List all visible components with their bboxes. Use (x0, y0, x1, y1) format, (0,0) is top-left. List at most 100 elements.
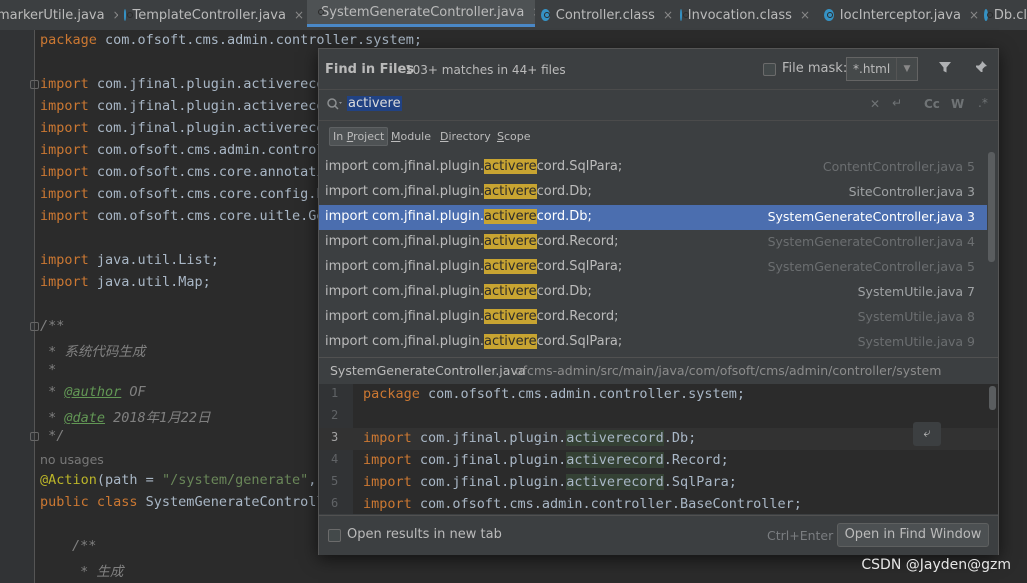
scope-directory[interactable]: Directory (440, 130, 491, 143)
close-icon[interactable]: × (800, 8, 810, 22)
close-icon[interactable]: × (294, 8, 304, 22)
tab-template-controller[interactable]: TemplateController.java × (124, 0, 304, 30)
scope-module[interactable]: Module (391, 130, 431, 143)
match-highlight: activere (484, 259, 537, 274)
whole-words-icon[interactable]: W (951, 97, 964, 111)
preview-line: 1 package com.ofsoft.cms.admin.controlle… (319, 384, 998, 406)
result-row[interactable]: import com.jfinal.plugin.activerecord.Sq… (319, 330, 987, 355)
regex-icon[interactable]: .* (978, 96, 988, 110)
tab-label: TemplateController.java (132, 7, 286, 23)
line-number: 6 (331, 496, 339, 510)
code-text: com.ofsoft.cms.admin.controller.system; (96, 32, 423, 48)
result-row[interactable]: import com.jfinal.plugin.activerecord.Sq… (319, 255, 987, 280)
search-field[interactable]: activere ✕ ↵ Cc W .* (319, 89, 998, 121)
clear-icon[interactable]: ✕ (870, 97, 880, 111)
result-row[interactable]: import com.jfinal.plugin.activerecord.Re… (319, 230, 987, 255)
result-row[interactable]: import com.jfinal.plugin.activerecord.Sq… (319, 155, 987, 180)
tab-label: markerUtile.java (0, 7, 105, 23)
popup-header[interactable]: Find in Files 103+ matches in 44+ files … (319, 49, 998, 89)
code-text: .Db; (663, 430, 697, 446)
result-row-selected[interactable]: import com.jfinal.plugin.activerecord.Db… (319, 205, 987, 230)
result-file: SystemGenerateController.java 4 (767, 234, 975, 249)
keyword: public class (40, 494, 146, 510)
tab-invocation-class[interactable]: Invocation.class × (680, 0, 810, 30)
code-text: com.ofsoft.cms.core.uitle.Ge (96, 208, 325, 224)
new-line-icon[interactable]: ↵ (892, 96, 902, 110)
code-text: com.jfinal.plugin. (411, 474, 567, 490)
code-text: com.jfinal.plugin. (411, 430, 567, 446)
tab-system-generate-controller[interactable]: SystemGenerateController.java × (307, 0, 535, 27)
chevron-down-icon[interactable]: ▼ (896, 58, 917, 80)
open-new-tab-checkbox[interactable] (328, 529, 341, 542)
tab-db-class[interactable]: Db.cl (984, 0, 1027, 30)
code-comment: * (40, 362, 57, 378)
close-icon[interactable]: × (969, 8, 979, 22)
tab-marker-utile[interactable]: markerUtile.java × (0, 0, 118, 30)
code-text: com.jfinal.plugin.activereco (96, 98, 325, 114)
match-highlight: activere (484, 184, 537, 199)
result-row[interactable]: import com.jfinal.plugin.activerecord.Db… (319, 180, 987, 205)
pin-icon[interactable] (974, 60, 988, 78)
code-line: import com.jfinal.plugin.activereco (40, 76, 325, 92)
fold-icon[interactable] (30, 432, 39, 441)
keyword: package (363, 386, 420, 402)
annotation: @Action (40, 472, 97, 488)
filter-icon[interactable] (938, 60, 952, 78)
code-text: com.jfinal.plugin.activereco (96, 76, 325, 92)
tab-ioc-interceptor[interactable]: IocInterceptor.java × (824, 0, 979, 30)
scope-in-project[interactable]: In Project (329, 127, 389, 146)
match-count: 103+ matches in 44+ files (405, 63, 566, 77)
popup-title: Find in Files (325, 62, 415, 77)
result-file: SiteController.java 3 (848, 184, 975, 199)
code-comment: * 生成 (72, 564, 124, 580)
result-row[interactable]: import com.jfinal.plugin.activerecord.Re… (319, 305, 987, 330)
code-comment: * @date 2018年1月22日 (40, 410, 211, 426)
line-number: 3 (331, 430, 339, 444)
result-row[interactable]: import com.jfinal.plugin.activerecord.Db… (319, 280, 987, 305)
code-preview[interactable]: 1 package com.ofsoft.cms.admin.controlle… (319, 384, 998, 514)
editor-tab-bar: markerUtile.java × TemplateController.ja… (0, 0, 1027, 31)
result-file: SystemGenerateController.java 3 (767, 209, 975, 224)
file-mask-checkbox[interactable] (763, 63, 776, 76)
search-icon[interactable] (326, 97, 342, 114)
close-icon[interactable]: × (663, 8, 673, 22)
code-text: java.util.Map; (96, 274, 211, 290)
code-text: com.ofsoft.cms.admin.controller.system; (419, 386, 746, 402)
scope-selector: In Project Module Directory Scope (319, 121, 998, 153)
result-text: cord.SqlPara; (536, 159, 623, 174)
preview-line-current: 3 import com.jfinal.plugin.activerecord.… (319, 428, 998, 450)
close-icon[interactable]: × (113, 8, 118, 22)
match-highlight: activere (484, 159, 537, 174)
fold-icon[interactable] (30, 322, 39, 331)
search-input[interactable]: activere (347, 96, 402, 111)
keyword: import (40, 164, 89, 180)
match-highlight: activere (484, 309, 537, 324)
file-mask-select[interactable]: *.html ▼ (846, 57, 918, 81)
result-text: import com.jfinal.plugin. (325, 234, 485, 249)
preview-path-bar: SystemGenerateController.java ofcms-admi… (319, 357, 998, 385)
preview-line: 4 import com.jfinal.plugin.activerecord.… (319, 450, 998, 472)
scope-scope[interactable]: Scope (497, 130, 531, 143)
string-literal: "/system/generate" (161, 472, 309, 488)
soft-wrap-icon[interactable]: ⤶ (913, 422, 941, 446)
code-line: import com.ofsoft.cms.core.uitle.Ge (40, 208, 325, 224)
match-case-icon[interactable]: Cc (924, 97, 940, 111)
preview-scrollbar[interactable] (989, 386, 996, 410)
results-list: import com.jfinal.plugin.activerecord.Sq… (319, 155, 987, 355)
tab-label: Invocation.class (687, 7, 792, 23)
keyword: import (40, 98, 89, 114)
tab-controller-class[interactable]: Controller.class × (541, 0, 673, 30)
keyword: import (40, 274, 89, 290)
open-in-find-window-button[interactable]: Open in Find Window (837, 523, 989, 547)
results-scrollbar[interactable] (988, 152, 995, 262)
code-line: import java.util.List; (40, 252, 219, 268)
match-highlight: activere (484, 334, 537, 349)
code-text: (path = (96, 472, 162, 488)
result-text: cord.SqlPara; (536, 259, 623, 274)
close-icon[interactable]: × (532, 5, 535, 19)
open-new-tab-label[interactable]: Open results in new tab (347, 527, 502, 542)
usage-hint[interactable]: no usages (40, 452, 104, 467)
fold-icon[interactable] (30, 80, 39, 89)
code-comment: * @author OF (40, 384, 146, 400)
keyword: import (363, 496, 412, 512)
